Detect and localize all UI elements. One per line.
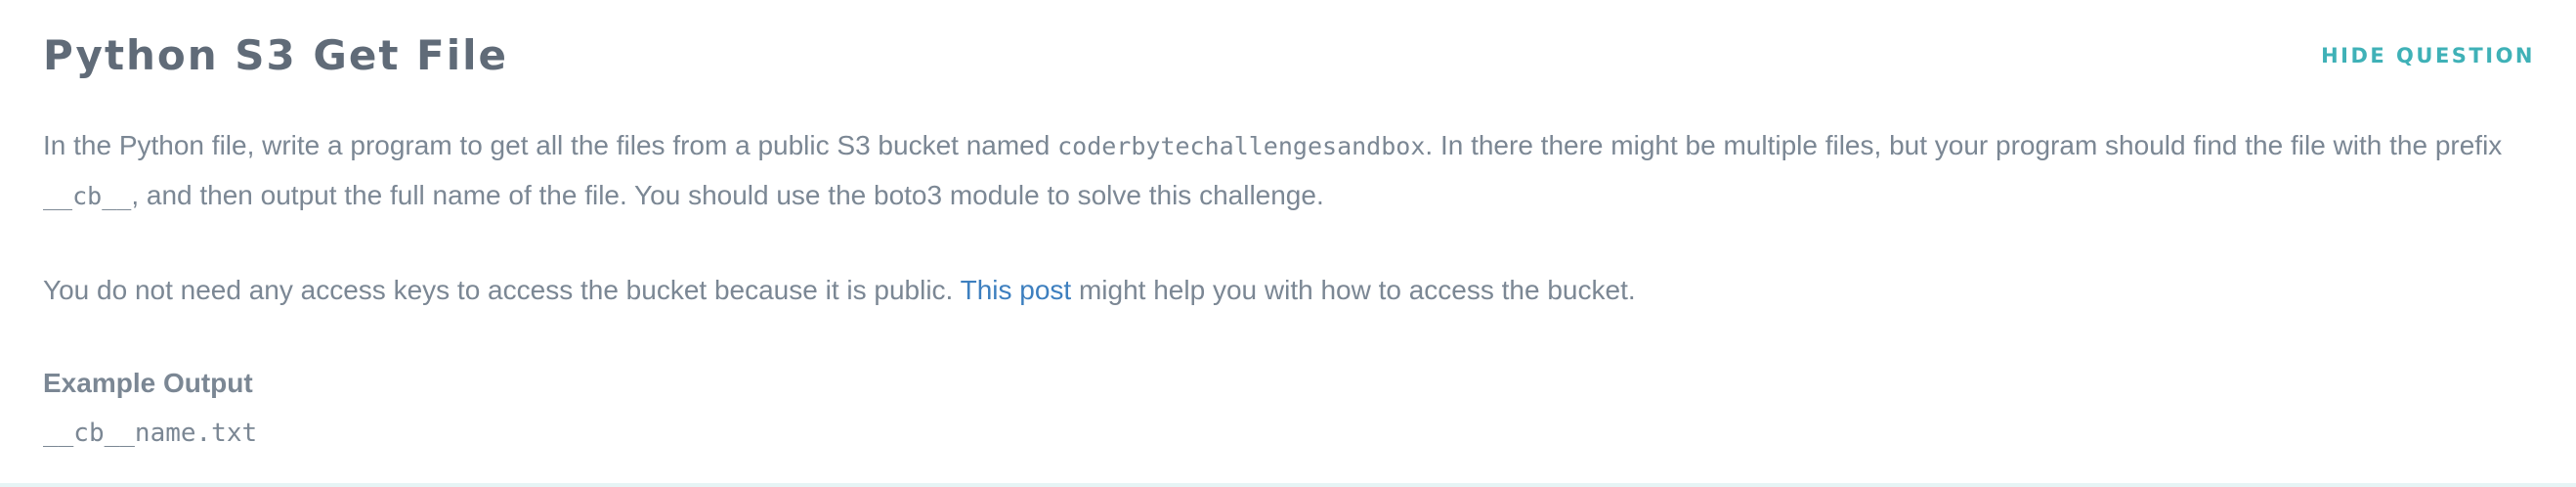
panel-bottom-divider	[0, 483, 2576, 487]
this-post-link[interactable]: This post	[961, 275, 1072, 305]
hint-text-b: might help you with how to access the bu…	[1071, 275, 1636, 305]
example-output-value: __cb__name.txt	[43, 419, 258, 448]
example-output-label: Example Output	[43, 368, 253, 398]
description-text-a: In the Python file, write a program to g…	[43, 130, 1058, 160]
hide-question-button[interactable]: HIDE QUESTION	[2321, 41, 2535, 70]
description-text-c: , and then output the full name of the f…	[131, 180, 1324, 210]
description-text-b: . In there there might be multiple files…	[1425, 130, 2503, 160]
page-title: Python S3 Get File	[43, 31, 509, 79]
prefix-code: __cb__	[43, 182, 132, 210]
bucket-name-code: coderbytechallengesandbox	[1057, 132, 1426, 160]
hint-text-a: You do not need any access keys to acces…	[43, 275, 961, 305]
question-description: In the Python file, write a program to g…	[43, 121, 2545, 221]
question-panel: Python S3 Get File HIDE QUESTION In the …	[0, 0, 2576, 483]
question-hint: You do not need any access keys to acces…	[43, 266, 2545, 315]
